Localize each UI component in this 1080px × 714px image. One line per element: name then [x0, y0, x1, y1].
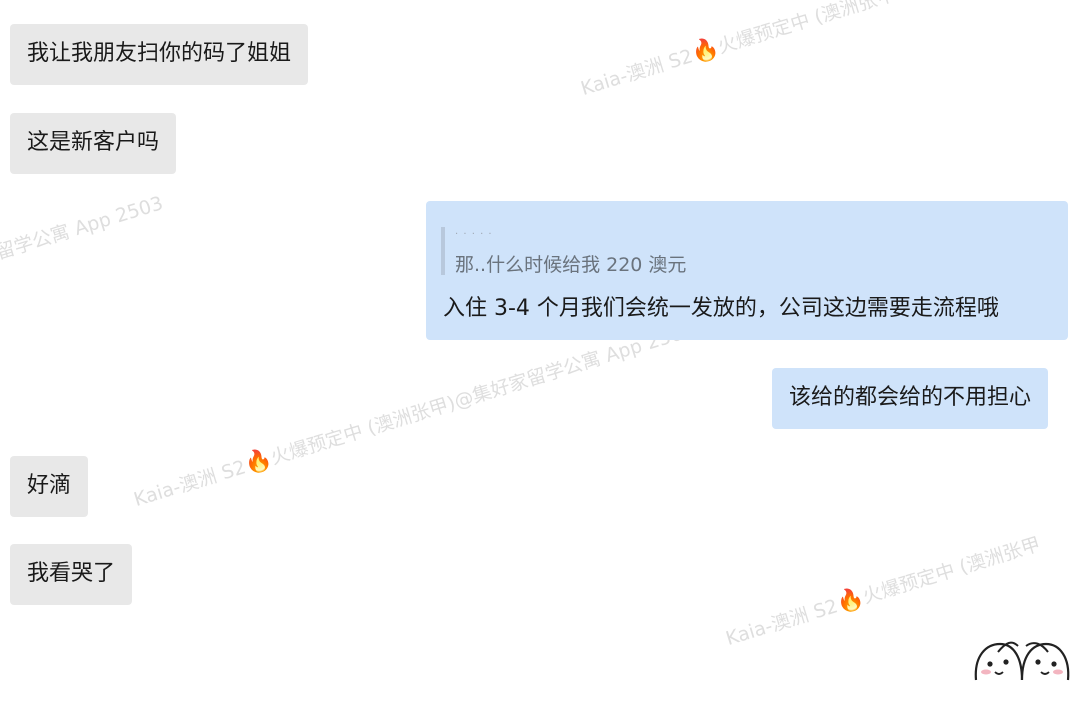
message-text: 我让我朋友扫你的码了姐姐 — [27, 41, 292, 67]
chat-area: Kaia-澳洲 S2🔥火爆预定中 (澳洲张甲 留学公寓 App 2503 Kai… — [0, 0, 1080, 714]
incoming-message[interactable]: 我看哭了 — [10, 544, 133, 605]
incoming-message[interactable]: 这是新客户吗 — [10, 113, 177, 174]
watermark: 留学公寓 App 2503 — [0, 192, 166, 265]
message-text: 入住 3-4 个月我们会统一发放的，公司这边需要走流程哦 — [443, 296, 999, 321]
watermark: Kaia-澳洲 S2🔥火爆预定中 (澳洲张甲)@集好家留学公寓 App 2503 — [131, 319, 697, 512]
message-text: 该给的都会给的不用担心 — [789, 385, 1032, 411]
watermark: Kaia-澳洲 S2🔥火爆预定中 (澳洲张甲 — [723, 533, 1044, 651]
two-faces-sticker-icon[interactable] — [972, 636, 1072, 682]
incoming-message[interactable]: 好滴 — [10, 456, 89, 517]
quoted-text: 那..什么时候给我 220 澳元 — [455, 254, 687, 276]
outgoing-message-with-quote[interactable]: · · · · · 那..什么时候给我 220 澳元 入住 3-4 个月我们会统… — [426, 201, 1068, 340]
message-text: 我看哭了 — [27, 561, 116, 587]
message-text: 好滴 — [27, 473, 72, 499]
quoted-message[interactable]: · · · · · 那..什么时候给我 220 澳元 — [441, 227, 686, 276]
message-text: 这是新客户吗 — [27, 130, 160, 156]
quoted-sender: · · · · · — [455, 229, 493, 240]
outgoing-message[interactable]: 该给的都会给的不用担心 — [772, 368, 1049, 429]
watermark: Kaia-澳洲 S2🔥火爆预定中 (澳洲张甲 — [578, 0, 899, 101]
incoming-message[interactable]: 我让我朋友扫你的码了姐姐 — [10, 24, 309, 85]
